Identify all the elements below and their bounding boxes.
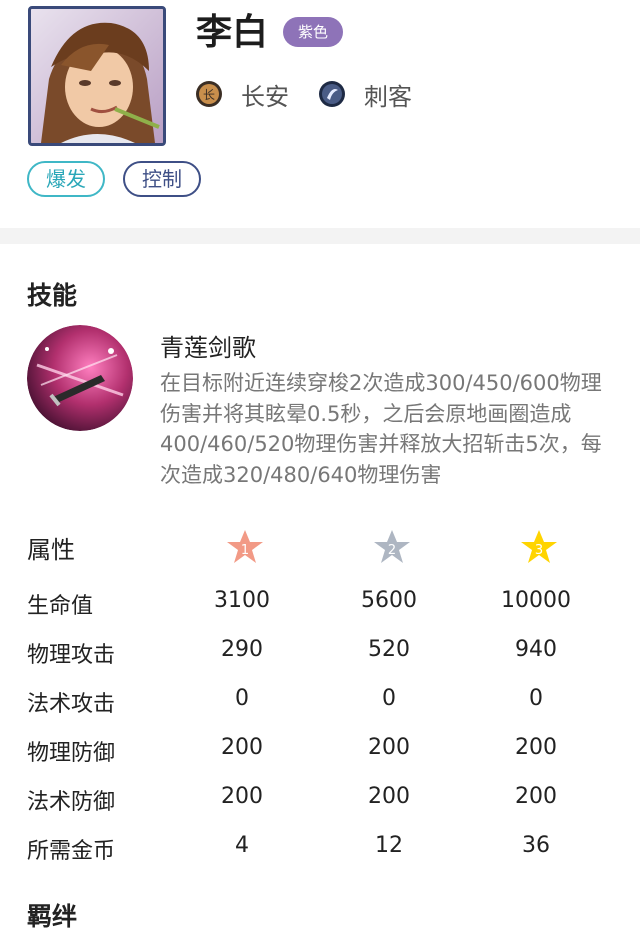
- attr-value: 10000: [501, 588, 571, 613]
- attr-value: 200: [221, 735, 263, 760]
- tag-control[interactable]: 控制: [123, 161, 201, 197]
- attr-value: 4: [235, 833, 249, 858]
- skill-description: 在目标附近连续穿梭2次造成300/450/600物理伤害并将其眩晕0.5秒，之后…: [160, 371, 602, 487]
- attr-label-magic-defense: 法术防御: [27, 790, 116, 815]
- attr-value: 0: [382, 686, 396, 711]
- synergy-section-title: 羁绊: [27, 902, 78, 931]
- attr-value: 200: [368, 784, 410, 809]
- tier-badge: 紫色: [283, 17, 343, 47]
- star-level-3-icon: 3: [519, 528, 559, 566]
- tag-burst[interactable]: 爆发: [27, 161, 105, 197]
- attr-value: 200: [515, 784, 557, 809]
- skill-name: 青莲剑歌: [160, 334, 256, 362]
- synergy-origin-label: 长安: [241, 82, 289, 111]
- svg-text:长: 长: [203, 88, 215, 102]
- star-level-1-icon: 1: [225, 528, 265, 566]
- attr-value: 290: [221, 637, 263, 662]
- changan-emblem-icon: 长: [196, 81, 222, 107]
- attr-value: 520: [368, 637, 410, 662]
- attr-value: 200: [221, 784, 263, 809]
- synergy-class[interactable]: 刺客: [318, 78, 412, 111]
- attr-value: 0: [529, 686, 543, 711]
- attr-value: 200: [515, 735, 557, 760]
- section-divider: [0, 228, 640, 244]
- star-level-2-icon: 2: [372, 528, 412, 566]
- attr-label-physical-defense: 物理防御: [27, 741, 116, 766]
- skill-icon[interactable]: [27, 325, 133, 431]
- hero-name: 李白: [196, 12, 269, 53]
- skill-section-title: 技能: [27, 281, 78, 310]
- svg-text:3: 3: [535, 543, 543, 558]
- attr-label-hp: 生命值: [27, 594, 94, 619]
- attr-value: 940: [515, 637, 557, 662]
- assassin-emblem-icon: [319, 81, 345, 107]
- attr-value: 200: [368, 735, 410, 760]
- attr-value: 36: [522, 833, 550, 858]
- synergy-class-label: 刺客: [364, 82, 412, 111]
- attr-value: 12: [375, 833, 403, 858]
- hero-portrait: [28, 6, 166, 146]
- attr-value: 5600: [361, 588, 417, 613]
- attributes-section-title: 属性: [27, 536, 75, 564]
- attr-label-physical-attack: 物理攻击: [27, 643, 116, 668]
- hero-header: 李白 紫色 长 长安 刺客 爆发 控制: [0, 0, 640, 228]
- attr-label-gold-cost: 所需金币: [27, 839, 116, 864]
- attr-value: 0: [235, 686, 249, 711]
- attr-value: 3100: [214, 588, 270, 613]
- attr-label-magic-attack: 法术攻击: [27, 692, 116, 717]
- svg-text:1: 1: [241, 543, 249, 558]
- svg-text:2: 2: [388, 543, 396, 558]
- synergy-origin[interactable]: 长 长安: [195, 78, 289, 111]
